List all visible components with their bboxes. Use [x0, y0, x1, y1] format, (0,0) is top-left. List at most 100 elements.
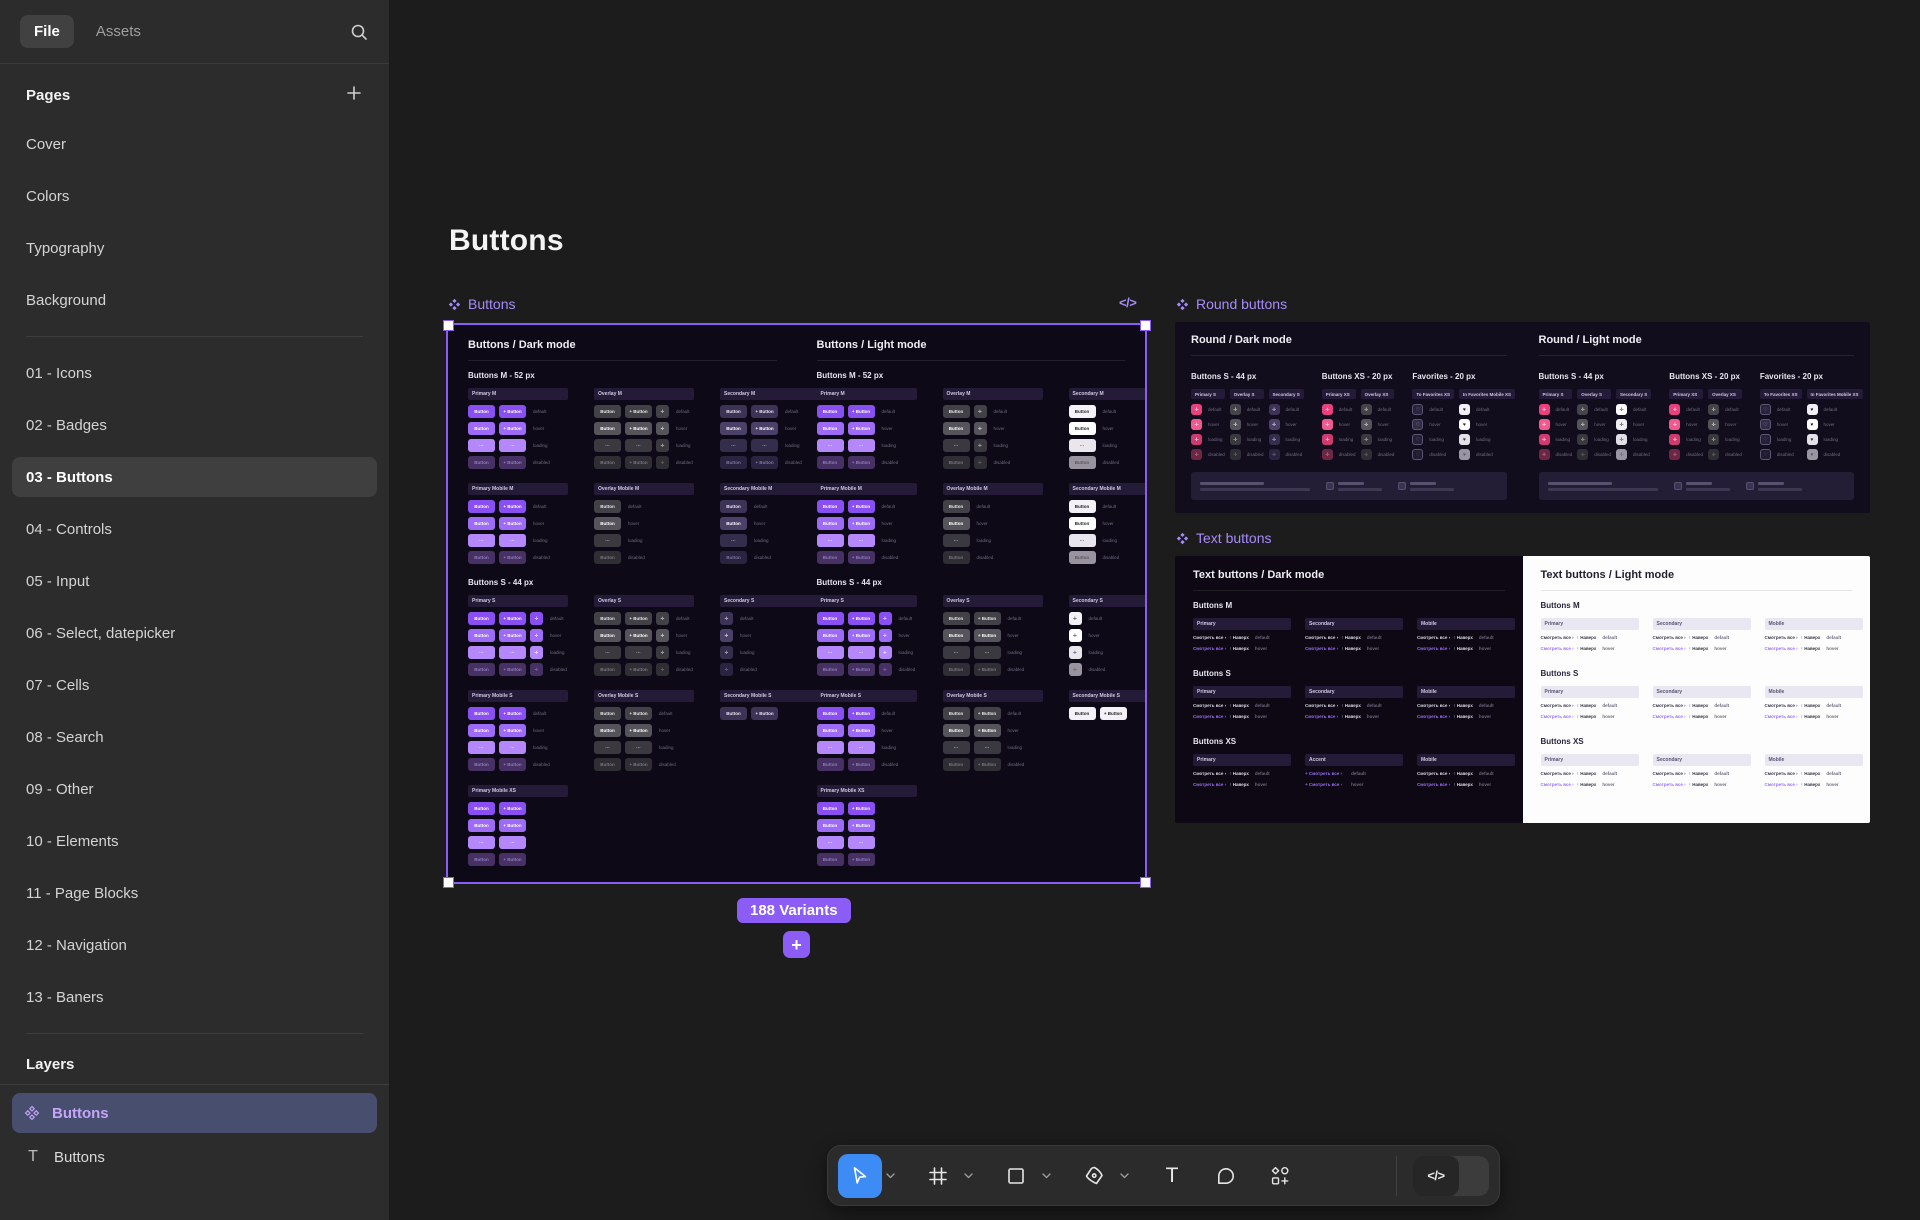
- text-link-view-all: Смотреть все ›: [1417, 771, 1451, 776]
- dev-mode-toggle[interactable]: </>: [1413, 1155, 1489, 1196]
- state-caption: loading: [1007, 650, 1023, 655]
- variant-group-header: Primary XS: [1669, 389, 1704, 399]
- text-link-view-all: Смотреть все ›: [1193, 782, 1227, 787]
- variants-badge[interactable]: 188 Variants: [737, 898, 851, 923]
- variant-row: Button + Button ✛ hover: [594, 422, 694, 435]
- text-column-primary: Primary Смотреть все › ↑ Наверх default Смот…: [1540, 754, 1639, 793]
- text-link-to-top: ↑ Наверх: [1229, 635, 1249, 640]
- selection-handle-nw[interactable]: [443, 320, 454, 331]
- sidebar-item-02-badges[interactable]: 02 - Badges: [12, 399, 377, 451]
- mini-button: ✛: [530, 612, 543, 625]
- tab-assets[interactable]: Assets: [82, 15, 155, 48]
- mini-button: Button: [816, 456, 844, 469]
- layer-item-buttons[interactable]: T Buttons: [12, 1137, 377, 1177]
- frame-buttons[interactable]: Buttons / Dark mode Buttons M - 52 px Prim…: [446, 323, 1147, 884]
- variant-row: Button hover: [1068, 517, 1146, 530]
- round-mini-button: ♥: [1459, 434, 1471, 445]
- micro-text-line: [1338, 487, 1382, 491]
- variant-row: Button + Button hover: [468, 517, 568, 530]
- frame-round-buttons[interactable]: Round / Dark mode Buttons S - 44 px Primar…: [1175, 322, 1870, 513]
- mini-button: ···: [468, 836, 495, 849]
- sidebar-item-13-baners[interactable]: 13 - Baners: [12, 971, 377, 1023]
- text-link-row: Смотреть все › ↑ Наверх hover: [1193, 782, 1291, 787]
- state-caption: loading: [1823, 437, 1839, 442]
- sidebar-item-colors[interactable]: Colors: [12, 170, 377, 222]
- selection-handle-se[interactable]: [1140, 877, 1151, 888]
- state-caption: default: [1826, 703, 1842, 708]
- sidebar-item-10-elements[interactable]: 10 - Elements: [12, 815, 377, 867]
- round-column-primary-xs: Primary XS ✛ default ✛ hover ✛ loading ✛ disable…: [1321, 389, 1356, 464]
- canvas[interactable]: Buttons Buttons </> Round buttons Text b…: [390, 0, 1920, 1220]
- round-mini-button: ✛: [1577, 404, 1589, 415]
- sidebar-item-background[interactable]: Background: [12, 274, 377, 326]
- frame-tool-button[interactable]: [916, 1154, 960, 1198]
- state-caption: hover: [881, 728, 893, 733]
- frame-label-text-buttons[interactable]: Text buttons: [1176, 530, 1272, 546]
- frame-label-buttons[interactable]: Buttons: [448, 296, 515, 312]
- mini-button: + Button: [499, 819, 526, 832]
- sidebar-item-11-page-blocks[interactable]: 11 - Page Blocks: [12, 867, 377, 919]
- sidebar-item-cover[interactable]: Cover: [12, 118, 377, 170]
- text-link-to-top: ↑ Наверх: [1229, 771, 1249, 776]
- variant-row: ··· ··· loading: [942, 741, 1043, 754]
- sidebar-item-07-cells[interactable]: 07 - Cells: [12, 659, 377, 711]
- pen-tool-chevron[interactable]: [1116, 1172, 1132, 1179]
- tab-file[interactable]: File: [20, 15, 74, 48]
- text-link-to-top: ↑ Наверх: [1229, 703, 1249, 708]
- state-caption: default: [1338, 407, 1353, 412]
- comment-tool-button[interactable]: [1204, 1154, 1248, 1198]
- search-button[interactable]: [349, 22, 369, 42]
- add-page-button[interactable]: [345, 84, 363, 107]
- variant-row: Button + Button ✛ disabled: [816, 663, 917, 676]
- variant-group-primary-mobile-m: Primary Mobile M Button + Button default But…: [468, 483, 568, 568]
- sidebar-item-06-select-datepicker[interactable]: 06 - Select, datepicker: [12, 607, 377, 659]
- round-mini-button: ✛: [1577, 449, 1589, 460]
- move-tool-button[interactable]: [838, 1153, 882, 1198]
- variant-row: Button + Button default: [816, 707, 917, 720]
- state-caption: loading: [533, 538, 548, 543]
- variant-row: Button + Button hover: [594, 724, 694, 737]
- round-mini-button: ♥: [1459, 419, 1471, 430]
- variant-row: ♥ default: [1459, 404, 1515, 415]
- variant-group-primary-mobile-m: Primary Mobile M Button + Button default But…: [816, 483, 917, 568]
- sidebar-item-typography[interactable]: Typography: [12, 222, 377, 274]
- sidebar-item-08-search[interactable]: 08 - Search: [12, 711, 377, 763]
- open-dev-resources-icon[interactable]: </>: [1119, 295, 1137, 310]
- frame-text-buttons[interactable]: Text buttons / Dark mode Buttons M Primary…: [1175, 556, 1870, 823]
- layer-item-buttons[interactable]: Buttons: [12, 1093, 377, 1133]
- mini-button: Button: [594, 422, 621, 435]
- sidebar-item-05-input[interactable]: 05 - Input: [12, 555, 377, 607]
- sidebar-item-03-buttons[interactable]: 03 - Buttons: [12, 457, 377, 497]
- sidebar-item-12-navigation[interactable]: 12 - Navigation: [12, 919, 377, 971]
- mini-button: Button: [816, 819, 844, 832]
- sidebar-item-09-other[interactable]: 09 - Other: [12, 763, 377, 815]
- rectangle-icon: [1008, 1167, 1024, 1184]
- micro-text-line: [1410, 481, 1436, 485]
- text-link-view-all: Смотреть все ›: [1652, 782, 1686, 787]
- add-variant-button[interactable]: +: [783, 931, 810, 958]
- selection-handle-ne[interactable]: [1140, 320, 1151, 331]
- mini-button: ···: [942, 741, 970, 754]
- move-tool-chevron[interactable]: [882, 1172, 898, 1179]
- state-caption: default: [1102, 409, 1117, 414]
- sidebar-item-04-controls[interactable]: 04 - Controls: [12, 503, 377, 555]
- pen-tool-button[interactable]: [1072, 1154, 1116, 1198]
- text-link-view-all: Смотреть все ›: [1764, 714, 1798, 719]
- divider: [1193, 590, 1505, 591]
- text-link-row: Смотреть все › ↑ Наверх hover: [1305, 646, 1403, 651]
- text-link-row: Смотреть все › ↑ Наверх hover: [1417, 782, 1515, 787]
- text-link-row: Смотреть все › ↑ Наверх default: [1765, 771, 1863, 776]
- mini-button: Button: [816, 629, 844, 642]
- frame-label-round-buttons[interactable]: Round buttons: [1176, 296, 1287, 312]
- selection-handle-sw[interactable]: [443, 877, 454, 888]
- round-column-primary-s: Primary S ✛ default ✛ hover ✛ loading ✛ disabled: [1191, 389, 1225, 464]
- variant-group-header: Primary M: [816, 388, 917, 400]
- text-tool-button[interactable]: T: [1150, 1154, 1194, 1198]
- variant-group-secondary-m: Secondary M Button default Button hover ··· lo…: [1068, 388, 1145, 473]
- mini-button: ···: [499, 646, 526, 659]
- shape-tool-button[interactable]: [994, 1154, 1038, 1198]
- frame-tool-chevron[interactable]: [960, 1172, 976, 1179]
- sidebar-item-01-icons[interactable]: 01 - Icons: [12, 347, 377, 399]
- shape-tool-chevron[interactable]: [1038, 1172, 1054, 1179]
- actions-tool-button[interactable]: [1258, 1154, 1302, 1198]
